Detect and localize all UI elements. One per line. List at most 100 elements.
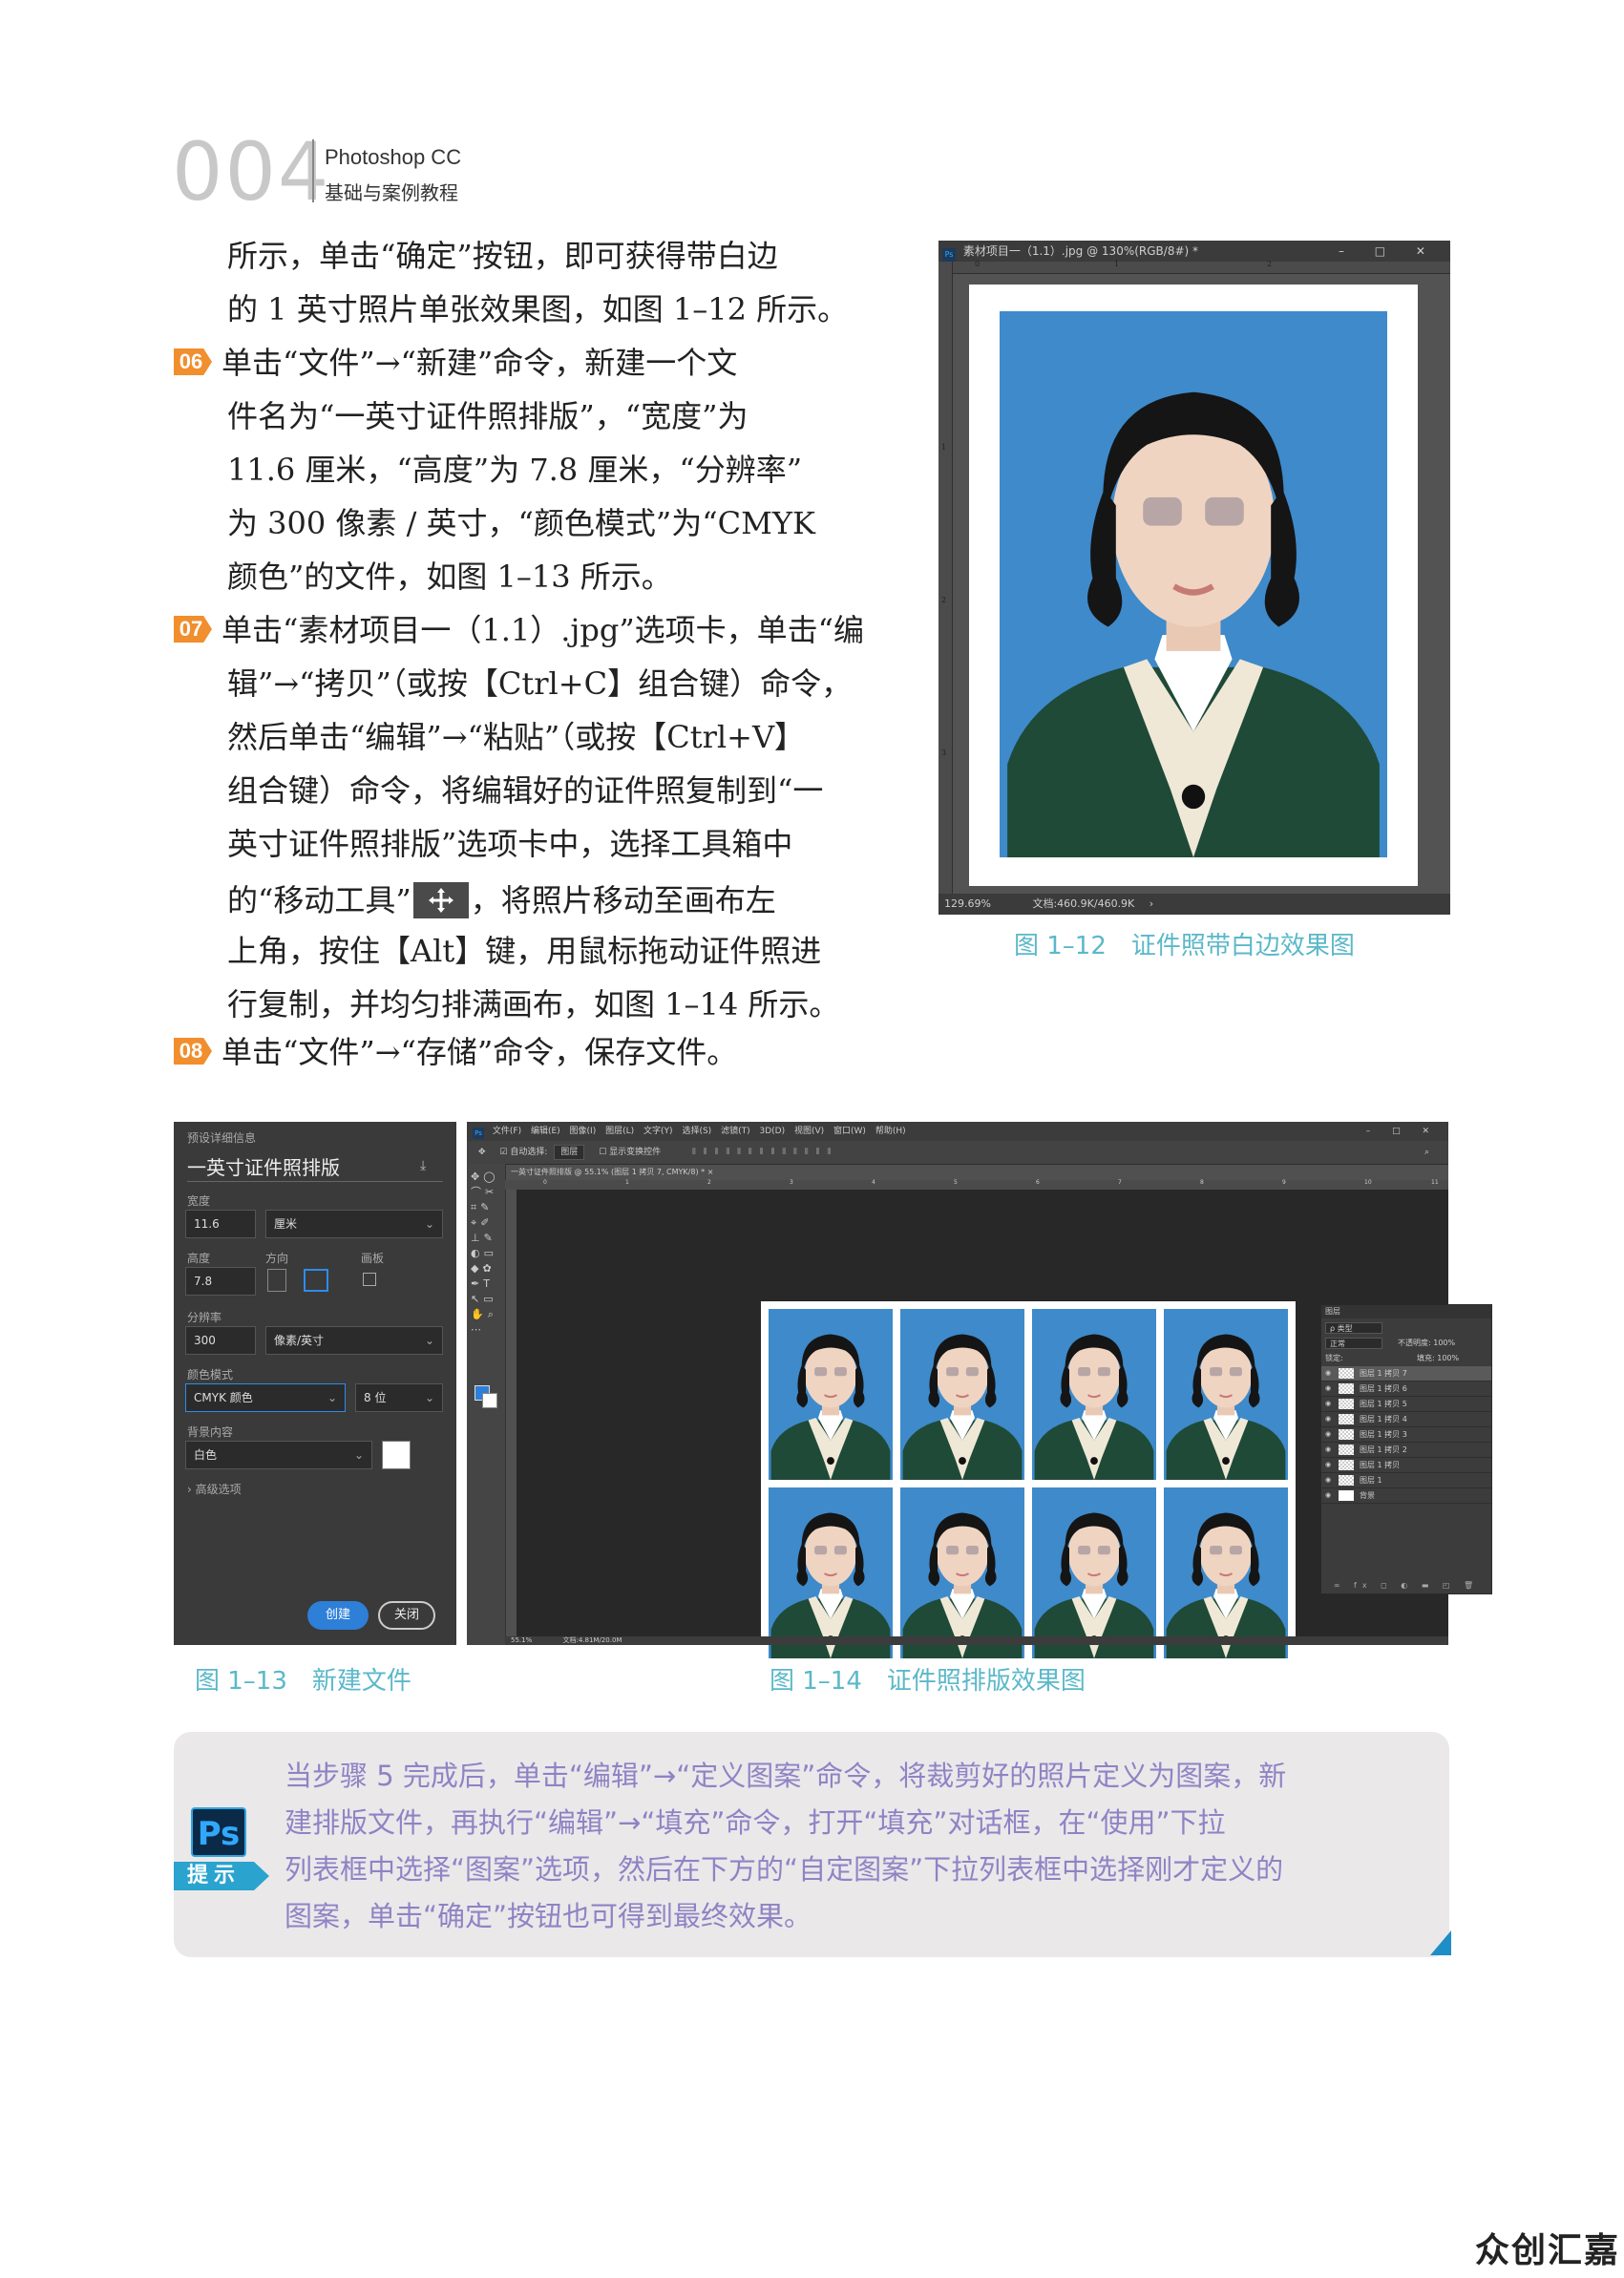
layer-row[interactable]: ◉ 图层 1 拷贝 3 (1321, 1427, 1491, 1443)
show-transform-checkbox[interactable]: ☐ (599, 1148, 606, 1157)
horizontal-ruler: 0 1 2 3 4 5 6 7 8 9 10 11 (505, 1179, 1448, 1190)
menu-image[interactable]: 图像(I) (570, 1127, 597, 1136)
auto-select-checkbox[interactable]: ☑ (499, 1148, 507, 1157)
ruler-mark: 1 (1114, 260, 1120, 268)
layers-tab[interactable]: 图层 (1321, 1305, 1491, 1318)
layer-row[interactable]: ◉ 图层 1 拷贝 7 (1321, 1366, 1491, 1382)
bg-content-select[interactable]: 白色 ⌄ (185, 1441, 372, 1469)
body-line: 辑”→“拷贝”（或按【Ctrl+C】组合键）命令， (227, 665, 853, 702)
layer-thumbnail (1339, 1445, 1354, 1455)
visibility-eye-icon[interactable]: ◉ (1325, 1427, 1331, 1442)
fill-label: 填充: (1417, 1354, 1435, 1362)
layer-row[interactable]: ◉ 图层 1 拷贝 5 (1321, 1397, 1491, 1412)
layers-panel: 图层 ρ 类型 正常 不透明度: 100% 锁定: 填充: 100% ◉ 图层 1… (1320, 1304, 1492, 1594)
artboard-checkbox[interactable] (363, 1273, 376, 1286)
resolution-input[interactable]: 300 (185, 1326, 256, 1355)
watermark: 众创汇嘉 (1474, 2231, 1620, 2270)
layer-row[interactable]: ◉ 图层 1 拷贝 (1321, 1458, 1491, 1473)
layer-kind-value: 类型 (1337, 1324, 1353, 1333)
layer-row[interactable]: ◉ 图层 1 拷贝 6 (1321, 1382, 1491, 1397)
move-tool-icon[interactable]: ✥ (478, 1148, 486, 1157)
doc-name-field[interactable]: 一英寸证件照排版 (187, 1152, 340, 1180)
visibility-eye-icon[interactable]: ◉ (1325, 1458, 1331, 1472)
layer-row[interactable]: ◉ 图层 1 拷贝 4 (1321, 1412, 1491, 1427)
layer-name: 图层 1 拷贝 (1360, 1461, 1401, 1469)
advanced-options-toggle[interactable]: › 高级选项 (187, 1481, 242, 1497)
body-line-with-icon: 的“移动工具” ，将照片移动至画布左 (227, 882, 776, 918)
visibility-eye-icon[interactable]: ◉ (1325, 1366, 1331, 1381)
tool-icons[interactable]: ✥◯ ⌒✂ ⌗✎ ⌖✐ ⊥✎ ◐▭ ◆✿ ✒T ↖▭ ✋⌕ ⋯ (471, 1170, 501, 1338)
lock-controls[interactable]: 锁定: (1325, 1353, 1343, 1364)
auto-select-dropdown[interactable]: 图层 (554, 1145, 585, 1160)
layer-name: 背景 (1360, 1491, 1375, 1500)
fill-value: 100% (1437, 1354, 1460, 1362)
window-controls[interactable]: – □ ✕ (1366, 1122, 1439, 1141)
id-photo-3 (1032, 1309, 1156, 1480)
zoom-level: 55.1% (511, 1636, 533, 1644)
menu-layer[interactable]: 图层(L) (605, 1127, 634, 1136)
caption-fig-1-14: 图 1–14 证件照排版效果图 (770, 1667, 1086, 1696)
bg-color-swatch[interactable] (382, 1441, 411, 1469)
close-tab-icon[interactable]: × (707, 1168, 714, 1176)
menu-filter[interactable]: 滤镜(T) (721, 1127, 750, 1136)
height-input[interactable]: 7.8 (185, 1267, 256, 1296)
menu-3d[interactable]: 3D(D) (759, 1127, 785, 1136)
background-color-swatch[interactable] (482, 1393, 497, 1408)
close-button[interactable]: 关闭 (378, 1601, 435, 1630)
layer-name: 图层 1 拷贝 2 (1360, 1445, 1407, 1454)
caption-fig-1-13: 图 1–13 新建文件 (195, 1667, 411, 1696)
ruler-mark: 1 (625, 1179, 629, 1186)
header-divider (312, 139, 314, 202)
advanced-options-label: 高级选项 (195, 1483, 242, 1496)
width-unit-select[interactable]: 厘米 ⌄ (265, 1210, 443, 1238)
ruler-mark: 3 (790, 1179, 793, 1186)
layer-kind-filter[interactable]: ρ 类型 (1325, 1322, 1382, 1334)
menu-file[interactable]: 文件(F) (493, 1127, 521, 1136)
search-icon[interactable]: ⌕ (1424, 1141, 1429, 1164)
fill-control[interactable]: 填充: 100% (1417, 1353, 1459, 1364)
layer-row[interactable]: ◉ 背景 (1321, 1488, 1491, 1504)
visibility-eye-icon[interactable]: ◉ (1325, 1412, 1331, 1426)
width-input[interactable]: 11.6 (185, 1210, 256, 1238)
height-label: 高度 (187, 1252, 211, 1265)
filter-icon: ρ (1330, 1324, 1336, 1333)
layer-name: 图层 1 (1360, 1476, 1382, 1485)
book-subtitle: 基础与案例教程 (325, 181, 458, 204)
bit-depth-select[interactable]: 8 位 ⌄ (355, 1383, 443, 1412)
menu-view[interactable]: 视图(V) (794, 1127, 824, 1136)
tip-line: 当步骤 5 完成后，单击“编辑”→“定义图案”命令，将裁剪好的照片定义为图案，新 (285, 1760, 1287, 1792)
opacity-value: 100% (1433, 1339, 1456, 1347)
book-title: Photoshop CC (325, 145, 462, 169)
layer-row[interactable]: ◉ 图层 1 (1321, 1473, 1491, 1488)
visibility-eye-icon[interactable]: ◉ (1325, 1382, 1331, 1396)
blend-mode-select[interactable]: 正常 (1325, 1338, 1382, 1349)
visibility-eye-icon[interactable]: ◉ (1325, 1397, 1331, 1411)
menu-type[interactable]: 文字(Y) (643, 1127, 673, 1136)
document-tab[interactable]: 一英寸证件照排版 @ 55.1% (图层 1 拷贝 7, CMYK/8) * × (505, 1165, 740, 1180)
portrait-orientation-icon[interactable] (267, 1269, 286, 1292)
id-photo-1 (769, 1309, 893, 1480)
menu-select[interactable]: 选择(S) (682, 1127, 711, 1136)
menu-help[interactable]: 帮助(H) (875, 1127, 906, 1136)
menu-edit[interactable]: 编辑(E) (531, 1127, 560, 1136)
align-icons[interactable]: ⫴⫴⫴⫴⫴⫴⫴⫴⫴⫴⫴⫴⫴ (692, 1148, 838, 1157)
resolution-unit-select[interactable]: 像素/英寸 ⌄ (265, 1326, 443, 1355)
landscape-orientation-icon[interactable] (304, 1269, 328, 1292)
window-controls[interactable]: – □ ✕ (1339, 241, 1439, 262)
layer-footer-icons[interactable]: ∞ fx ◻ ◐ ▬ ◰ 🗑 (1321, 1578, 1491, 1593)
visibility-eye-icon[interactable]: ◉ (1325, 1473, 1331, 1487)
menu-window[interactable]: 窗口(W) (833, 1127, 866, 1136)
layer-thumbnail (1339, 1429, 1354, 1440)
create-button[interactable]: 创建 (307, 1601, 369, 1630)
body-line: 11.6 厘米，“高度”为 7.8 厘米，“分辨率” (227, 452, 803, 488)
id-photo-7 (1032, 1487, 1156, 1658)
visibility-eye-icon[interactable]: ◉ (1325, 1488, 1331, 1503)
opacity-control[interactable]: 不透明度: 100% (1398, 1338, 1455, 1349)
color-mode-select[interactable]: CMYK 颜色 ⌄ (185, 1383, 346, 1412)
layer-name: 图层 1 拷贝 4 (1360, 1415, 1407, 1424)
layer-thumbnail (1339, 1399, 1354, 1409)
layer-row[interactable]: ◉ 图层 1 拷贝 2 (1321, 1443, 1491, 1458)
visibility-eye-icon[interactable]: ◉ (1325, 1443, 1331, 1457)
save-preset-icon[interactable]: ⤓ (420, 1158, 426, 1173)
status-arrow-icon[interactable]: › (1149, 897, 1153, 910)
